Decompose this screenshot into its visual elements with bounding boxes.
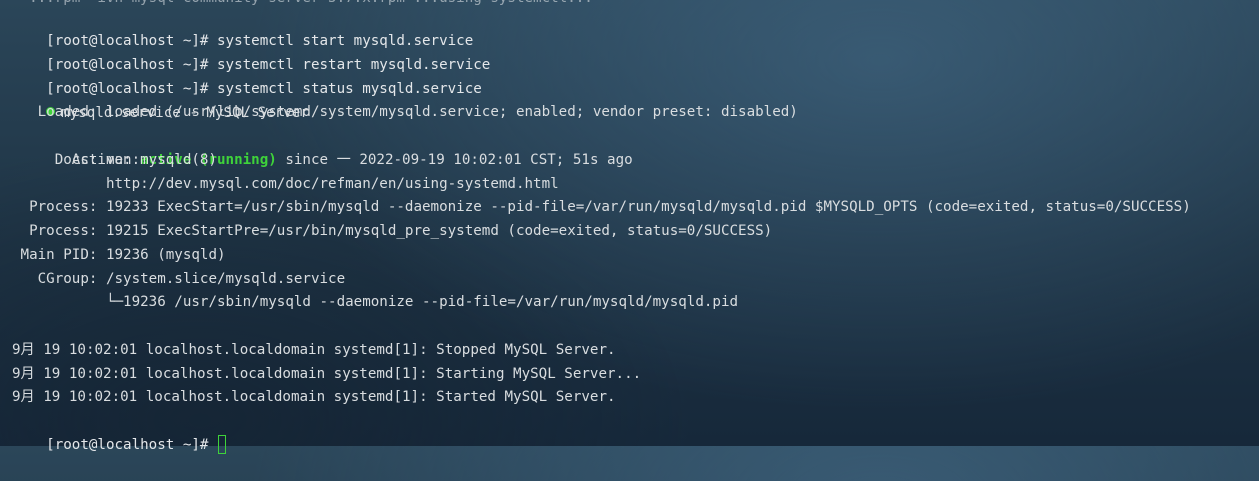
shell-prompt: [root@localhost ~]#	[46, 436, 209, 453]
journal-line: 9月 19 10:02:01 localhost.localdomain sys…	[12, 389, 616, 405]
terminal-line-command: [root@localhost ~]# systemctl status mys…	[12, 54, 482, 97]
terminal-window[interactable]: ...rpm -ivh mysql-community-server-5.7.x…	[0, 0, 1259, 454]
active-since: since 一 2022-09-19 10:02:01 CST; 51s ago	[276, 151, 633, 168]
service-active-line: Active: active (running) since 一 2022-09…	[12, 125, 633, 168]
service-process-line: Process: 19215 ExecStartPre=/usr/bin/mys…	[12, 223, 773, 239]
service-docs-url-line: http://dev.mysql.com/doc/refman/en/using…	[12, 176, 559, 192]
service-process-line: Process: 19233 ExecStart=/usr/sbin/mysql…	[12, 199, 1191, 215]
journal-line: 9月 19 10:02:01 localhost.localdomain sys…	[12, 342, 616, 358]
service-loaded-line: Loaded: loaded (/usr/lib/systemd/system/…	[12, 104, 798, 120]
terminal-line-command: [root@localhost ~]# systemctl restart my…	[12, 30, 490, 73]
terminal-line-command: [root@localhost ~]# systemctl start mysq…	[12, 6, 473, 49]
service-unit-line: mysqld.service - MySQL Server	[12, 78, 309, 121]
text-cursor[interactable]	[218, 434, 227, 454]
service-mainpid-line: Main PID: 19236 (mysqld)	[12, 247, 226, 263]
service-docs-line: Docs: man:mysqld(8)	[12, 152, 217, 168]
service-cgroup-child-line: └─19236 /usr/sbin/mysqld --daemonize --p…	[12, 294, 739, 310]
service-cgroup-line: CGroup: /system.slice/mysqld.service	[12, 271, 346, 287]
journal-line: 9月 19 10:02:01 localhost.localdomain sys…	[12, 366, 642, 382]
terminal-line-input[interactable]: [root@localhost ~]#	[12, 410, 227, 454]
